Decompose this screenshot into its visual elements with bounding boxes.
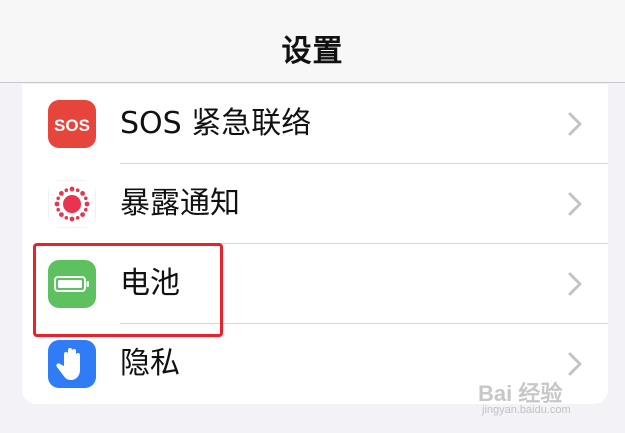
settings-row-label: SOS 紧急联络: [120, 106, 312, 141]
chevron-right-icon: [568, 272, 582, 296]
navigation-bar: 设置: [0, 0, 625, 83]
highlight-box: [33, 243, 223, 337]
sos-icon-text: SOS: [54, 116, 90, 135]
chevron-right-icon: [568, 192, 582, 216]
chevron-right-icon: [568, 352, 582, 376]
privacy-hand-icon: [48, 340, 96, 388]
chevron-right-icon: [568, 112, 582, 136]
page-title: 设置: [281, 34, 344, 69]
sos-icon: SOS: [48, 100, 96, 148]
settings-row-label: 隐私: [120, 346, 180, 381]
watermark: Bai 经验 jingyan.baidu.com: [478, 376, 608, 426]
exposure-notification-icon: [48, 180, 96, 228]
settings-row-label: 暴露通知: [120, 186, 240, 221]
watermark-url: jingyan.baidu.com: [482, 404, 571, 416]
settings-row-emergency-sos[interactable]: SOS SOS 紧急联络: [22, 84, 608, 164]
settings-row-exposure-notifications[interactable]: 暴露通知: [22, 164, 608, 244]
